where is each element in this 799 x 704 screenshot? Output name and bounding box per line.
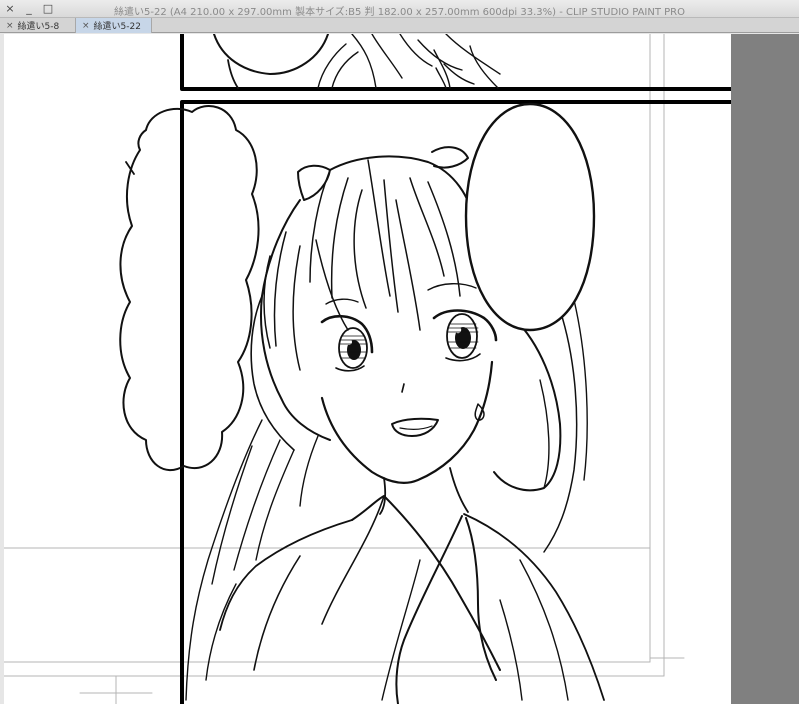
canvas-gutter bbox=[731, 34, 799, 704]
manga-lineart bbox=[3, 34, 731, 704]
mouth bbox=[391, 417, 439, 437]
tab-document-5-8[interactable]: × 絲遣い5-8 bbox=[0, 18, 76, 33]
left-eye bbox=[320, 298, 374, 372]
document-tab-bar: × 絲遣い5-8 × 絲遣い5-22 bbox=[0, 18, 799, 33]
thought-bubble bbox=[119, 105, 260, 472]
top-panel-art bbox=[213, 34, 501, 89]
character-art bbox=[185, 102, 605, 704]
drawing-canvas[interactable] bbox=[0, 34, 731, 704]
white-oval-shape bbox=[464, 102, 596, 332]
window-title: 絲遣い5-22 (A4 210.00 x 297.00mm 製本サイズ:B5 判… bbox=[114, 7, 685, 18]
tab-close-icon[interactable]: × bbox=[82, 21, 90, 31]
panel-borders bbox=[180, 34, 731, 704]
guide-lines bbox=[3, 34, 685, 704]
canvas-left-margin bbox=[0, 34, 4, 704]
kimono bbox=[205, 495, 605, 704]
tab-label: 絲遣い5-22 bbox=[93, 22, 141, 32]
title-bar: × _ □ 絲遣い5-22 (A4 210.00 x 297.00mm 製本サイ… bbox=[0, 0, 799, 18]
tab-document-5-22[interactable]: × 絲遣い5-22 bbox=[76, 18, 152, 33]
tab-close-icon[interactable]: × bbox=[6, 21, 14, 31]
tab-label: 絲遣い5-8 bbox=[17, 22, 60, 32]
